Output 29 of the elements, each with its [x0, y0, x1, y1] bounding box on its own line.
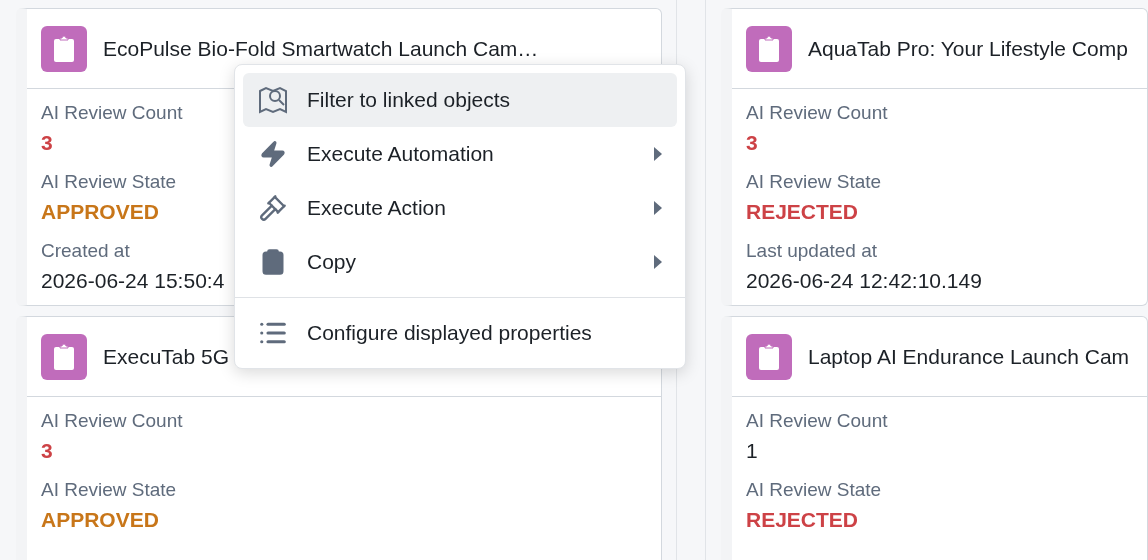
menu-item-label: Execute Automation: [307, 141, 495, 168]
property-label: AI Review State: [746, 478, 882, 502]
property-label: AI Review Count: [746, 101, 888, 125]
property-value: 3: [746, 130, 758, 156]
property-value: 2026-06-24 12:42:10.149: [746, 268, 982, 294]
property-label: AI Review Count: [41, 101, 183, 125]
property-label: AI Review State: [41, 170, 177, 194]
property-label: Created at: [41, 239, 130, 263]
property-label: AI Review State: [746, 170, 882, 194]
property-value: 2026-06-24 15:50:4: [41, 268, 225, 294]
card-title: EcoPulse Bio-Fold Smartwatch Launch Cam…: [103, 35, 539, 62]
property-label: AI Review State: [41, 478, 177, 502]
property-value: 1: [746, 438, 758, 464]
property-value: REJECTED: [746, 199, 859, 225]
property-label: Last updated at: [746, 239, 877, 263]
card-title: AquaTab Pro: Your Lifestyle Comp: [808, 35, 1128, 62]
card-title: ExecuTab 5G: [103, 343, 230, 370]
property-label: AI Review Count: [41, 409, 183, 433]
property-value: 3: [41, 438, 53, 464]
property-value: APPROVED: [41, 199, 159, 225]
menu-item-label: Configure displayed properties: [307, 320, 593, 347]
property-label: AI Review Count: [746, 409, 888, 433]
property-value: 3: [41, 130, 53, 156]
menu-item-label: Execute Action: [307, 195, 447, 222]
card-title: Laptop AI Endurance Launch Cam: [808, 343, 1130, 370]
menu-item-label: Copy: [307, 249, 358, 276]
property-value: APPROVED: [41, 507, 159, 533]
property-value: REJECTED: [746, 507, 859, 533]
menu-item-label: Filter to linked objects: [307, 87, 512, 114]
